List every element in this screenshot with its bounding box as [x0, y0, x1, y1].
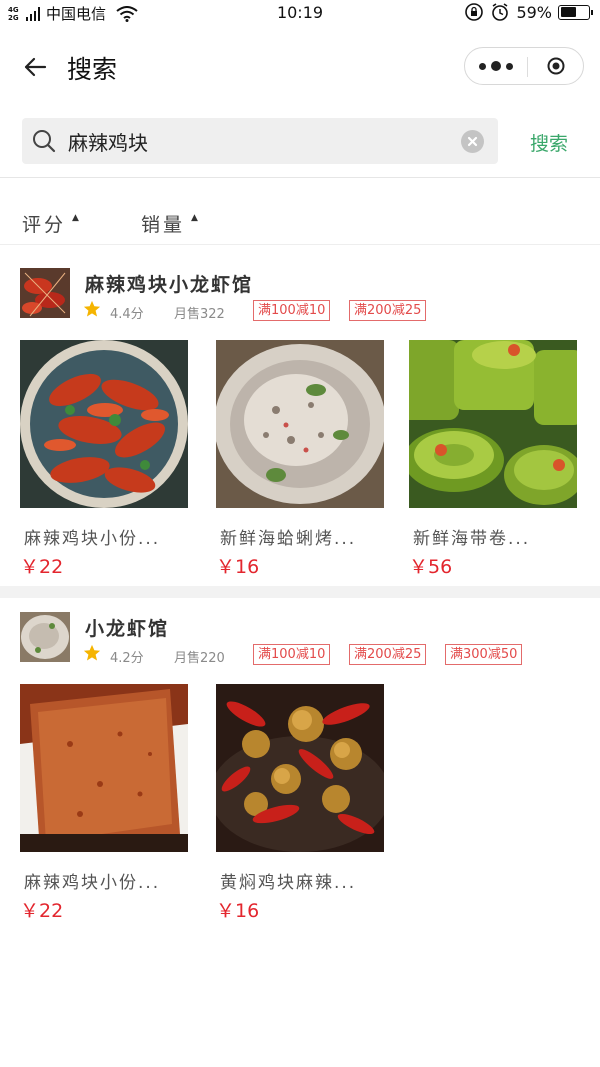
back-arrow-icon	[24, 57, 47, 77]
shop-thumbnail[interactable]	[20, 268, 70, 318]
search-box	[22, 118, 498, 164]
promo-badge: 满200减25	[349, 300, 427, 321]
sort-sales-label: 销量	[141, 214, 186, 236]
battery-icon	[558, 4, 593, 20]
promo-badge: 满300减50	[445, 644, 523, 665]
braised-chili-dish-image	[216, 684, 384, 852]
oyster-thumbnail-image	[20, 612, 70, 662]
product-name: 黄焖鸡块麻辣...	[220, 873, 357, 893]
monthly-sales: 月售322	[174, 307, 225, 322]
section-divider	[0, 586, 600, 598]
product-name: 新鲜海蛤蜊烤...	[220, 529, 357, 549]
sort-rating-label: 评分	[22, 214, 67, 236]
star-icon	[83, 300, 101, 317]
oyster-dish-image	[216, 340, 384, 508]
product-card[interactable]: 黄焖鸡块麻辣... ￥16	[216, 684, 384, 922]
target-close-icon	[547, 57, 565, 75]
product-name: 麻辣鸡块小份...	[24, 873, 161, 893]
page-title: 搜索	[67, 55, 118, 84]
shop-rating: 4.4分	[110, 307, 144, 322]
status-right: 59%	[464, 2, 593, 22]
sort-by-rating[interactable]: 评分 ▲	[22, 210, 79, 237]
crayfish-thumbnail-image	[20, 268, 70, 318]
crayfish-dish-image	[20, 340, 188, 508]
star-icon	[83, 644, 101, 661]
orientation-lock-icon	[465, 3, 484, 21]
product-price: ￥56	[409, 556, 453, 578]
more-button[interactable]	[465, 48, 527, 84]
product-price: ￥22	[20, 900, 64, 922]
product-card[interactable]: 新鲜海蛤蜊烤... ￥16	[216, 340, 384, 578]
alarm-icon	[492, 3, 509, 21]
spicy-snack-dish-image	[20, 684, 188, 852]
promo-badge: 满100减10	[253, 300, 331, 321]
sort-by-sales[interactable]: 销量 ▲	[141, 210, 198, 237]
monthly-sales: 月售220	[174, 651, 225, 666]
shop-name[interactable]: 小龙虾馆	[85, 614, 169, 641]
promo-badge: 满200减25	[349, 644, 427, 665]
product-card[interactable]: 麻辣鸡块小份... ￥22	[20, 684, 188, 922]
more-dots-icon	[479, 61, 513, 71]
status-bar: 4G 2G 中国电信 10:19 59%	[0, 0, 600, 26]
product-card[interactable]: 麻辣鸡块小份... ￥22	[20, 340, 188, 578]
shop-rating: 4.2分	[110, 651, 144, 666]
search-icon	[33, 130, 56, 153]
product-price: ￥16	[216, 556, 260, 578]
nav-bar: 搜索	[0, 26, 600, 106]
product-price: ￥16	[216, 900, 260, 922]
battery-percent: 59%	[516, 2, 552, 22]
search-button[interactable]: 搜索	[520, 129, 578, 157]
clear-icon	[467, 136, 478, 147]
product-price: ￥22	[20, 556, 64, 578]
divider	[0, 244, 600, 245]
clear-search-button[interactable]	[461, 130, 484, 153]
shop-thumbnail[interactable]	[20, 612, 70, 662]
sort-up-icon: ▲	[191, 213, 198, 223]
product-name: 麻辣鸡块小份...	[24, 529, 161, 549]
promo-badge: 满100减10	[253, 644, 331, 665]
product-card[interactable]: 新鲜海带卷... ￥56	[409, 340, 577, 578]
sort-up-icon: ▲	[72, 213, 79, 223]
divider	[0, 177, 600, 178]
product-name: 新鲜海带卷...	[413, 529, 531, 549]
battery-level	[560, 7, 577, 17]
kelp-roll-dish-image	[409, 340, 577, 508]
close-button[interactable]	[528, 48, 584, 84]
shop-name[interactable]: 麻辣鸡块小龙虾馆	[85, 270, 253, 297]
search-input[interactable]	[68, 126, 448, 156]
back-button[interactable]	[20, 52, 50, 82]
mini-program-capsule	[464, 47, 584, 85]
